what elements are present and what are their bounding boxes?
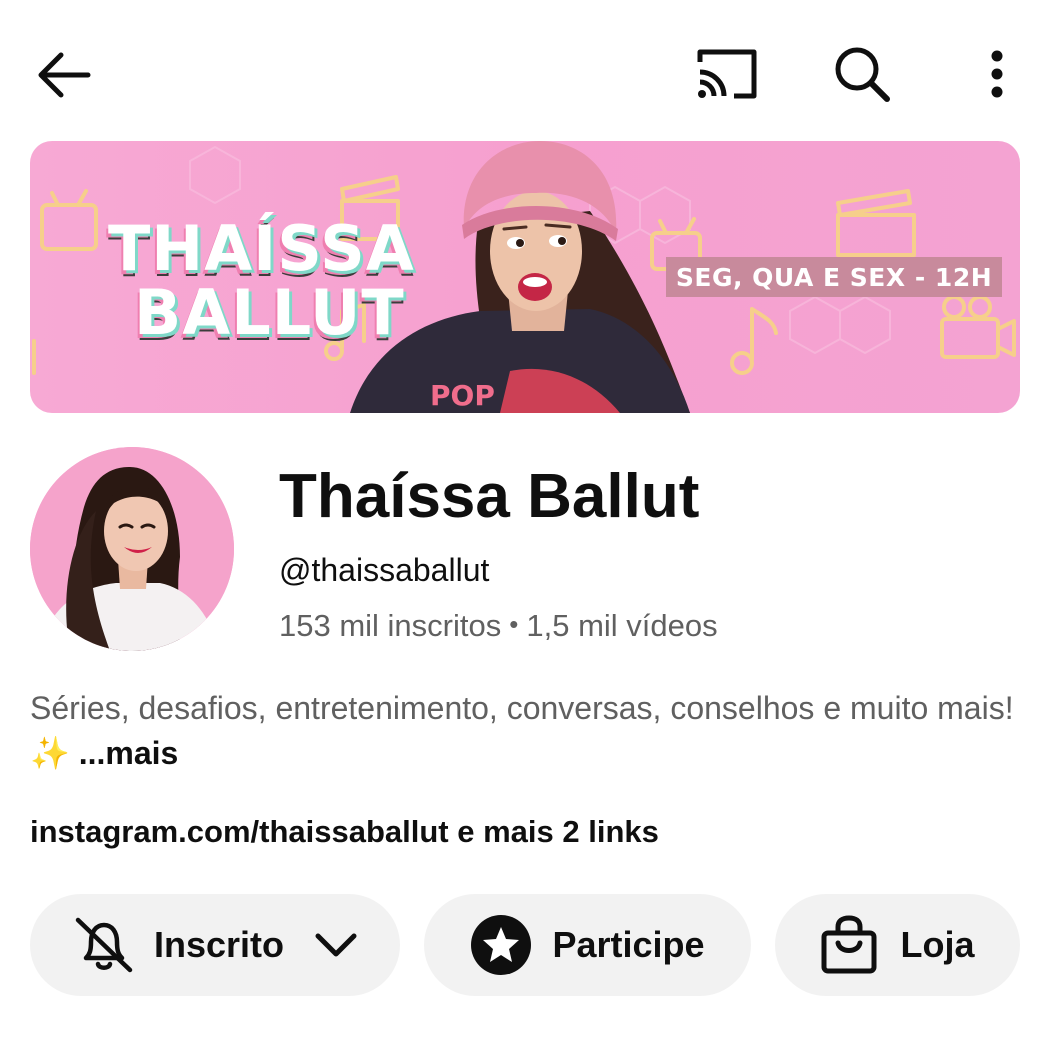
channel-avatar[interactable] [30,447,234,651]
subscribed-label: Inscrito [153,924,285,965]
subscriber-count: 153 mil inscritos [279,608,502,643]
cast-button[interactable] [688,40,766,108]
stats-separator: • [509,609,519,639]
banner-schedule: SEG, QUA E SEX - 12H [666,257,1002,297]
subscribed-button[interactable]: Inscrito [30,894,400,996]
more-options-button[interactable] [972,40,1022,108]
top-app-bar [0,0,1052,140]
join-button[interactable]: Participe [424,894,751,996]
store-label: Loja [900,924,975,965]
channel-stats: 153 mil inscritos • 1,5 mil vídeos [279,606,718,647]
video-count: 1,5 mil vídeos [526,608,718,643]
description-more-link[interactable]: ...mais [79,735,179,771]
chevron-down-icon [315,933,357,957]
cast-icon [697,49,757,99]
search-icon [835,47,890,102]
channel-name: Thaíssa Ballut [279,462,700,531]
membership-star-icon [471,915,532,975]
search-button[interactable] [826,40,898,108]
back-button[interactable] [28,44,98,106]
more-vertical-icon [991,50,1003,98]
bell-off-icon [75,917,133,973]
join-label: Participe [552,924,705,965]
banner-title: THAÍSSA BALLUT [108,217,415,345]
avatar-image [30,447,234,651]
channel-description[interactable]: Séries, desafios, entretenimento, conver… [30,686,1020,776]
arrow-left-icon [38,52,91,98]
channel-banner: POP THAÍSSA BALLUT SEG, QUA E SEX - 12H [30,141,1020,413]
shopping-bag-icon [821,915,877,974]
banner-shirt-text: POP [430,379,495,412]
channel-handle: @thaissaballut [279,552,490,588]
channel-links[interactable]: instagram.com/thaissaballut e mais 2 lin… [30,812,659,852]
store-button[interactable]: Loja [775,894,1020,996]
banner-title-line2: BALLUT [134,276,405,349]
banner-title-line1: THAÍSSA [108,212,415,285]
